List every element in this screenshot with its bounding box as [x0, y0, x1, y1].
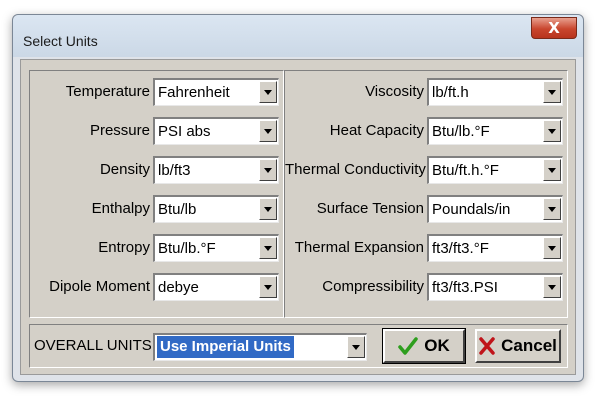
heat-capacity-select[interactable]: Btu/lb.°F [427, 117, 563, 145]
pressure-label: Pressure [89, 122, 150, 139]
surface-tension-dropdown-button[interactable] [543, 198, 561, 220]
thermal-expansion-select[interactable]: ft3/ft3.°F [427, 234, 563, 262]
compressibility-value: ft3/ft3.PSI [432, 279, 498, 296]
pressure-value: PSI abs [158, 123, 211, 140]
dialog-content: Temperature Fahrenheit Pressure PSI abs … [20, 59, 576, 375]
dipole-moment-dropdown-button[interactable] [259, 276, 277, 298]
dipole-moment-select[interactable]: debye [153, 273, 279, 301]
chevron-down-icon [264, 167, 272, 173]
enthalpy-label: Enthalpy [91, 200, 150, 217]
cancel-button[interactable]: Cancel [475, 329, 561, 363]
overall-units-select[interactable]: Use Imperial Units [153, 333, 367, 361]
left-units-panel: Temperature Fahrenheit Pressure PSI abs … [29, 70, 284, 318]
chevron-down-icon [264, 206, 272, 212]
viscosity-value: lb/ft.h [432, 84, 469, 101]
thermal-expansion-label: Thermal Expansion [294, 239, 424, 256]
chevron-down-icon [548, 89, 556, 95]
viscosity-dropdown-button[interactable] [543, 81, 561, 103]
entropy-select[interactable]: Btu/lb.°F [153, 234, 279, 262]
overall-units-bar: OVERALL UNITS Use Imperial Units OK Canc… [29, 324, 568, 368]
heat-capacity-dropdown-button[interactable] [543, 120, 561, 142]
ok-button[interactable]: OK [382, 328, 466, 364]
dipole-moment-label: Dipole Moment [49, 278, 150, 295]
chevron-down-icon [264, 89, 272, 95]
chevron-down-icon [548, 245, 556, 251]
thermal-conductivity-dropdown-button[interactable] [543, 159, 561, 181]
enthalpy-select[interactable]: Btu/lb [153, 195, 279, 223]
checkmark-icon [398, 337, 418, 355]
chevron-down-icon [548, 206, 556, 212]
thermal-expansion-dropdown-button[interactable] [543, 237, 561, 259]
thermal-expansion-value: ft3/ft3.°F [432, 240, 489, 257]
heat-capacity-label: Heat Capacity [329, 122, 424, 139]
thermal-conductivity-select[interactable]: Btu/ft.h.°F [427, 156, 563, 184]
compressibility-label: Compressibility [322, 278, 424, 295]
temperature-dropdown-button[interactable] [259, 81, 277, 103]
cancel-x-icon [479, 337, 495, 355]
chevron-down-icon [548, 128, 556, 134]
density-label: Density [99, 161, 150, 178]
dipole-moment-value: debye [158, 279, 199, 296]
density-select[interactable]: lb/ft3 [153, 156, 279, 184]
heat-capacity-value: Btu/lb.°F [432, 123, 490, 140]
compressibility-dropdown-button[interactable] [543, 276, 561, 298]
chevron-down-icon [548, 167, 556, 173]
surface-tension-select[interactable]: Poundals/in [427, 195, 563, 223]
ok-button-label: OK [424, 336, 450, 355]
thermal-conductivity-value: Btu/ft.h.°F [432, 162, 499, 179]
thermal-conductivity-label: Thermal Conductivity [285, 161, 426, 178]
window-title: Select Units [23, 33, 98, 49]
pressure-select[interactable]: PSI abs [153, 117, 279, 145]
right-units-panel: Viscosity lb/ft.h Heat Capacity Btu/lb.°… [284, 70, 568, 318]
temperature-select[interactable]: Fahrenheit [153, 78, 279, 106]
temperature-value: Fahrenheit [158, 84, 230, 101]
temperature-label: Temperature [65, 83, 150, 100]
entropy-value: Btu/lb.°F [158, 240, 216, 257]
title-bar[interactable]: Select Units X [13, 15, 583, 57]
viscosity-label: Viscosity [365, 83, 424, 100]
viscosity-select[interactable]: lb/ft.h [427, 78, 563, 106]
compressibility-select[interactable]: ft3/ft3.PSI [427, 273, 563, 301]
chevron-down-icon [352, 344, 360, 350]
close-icon: X [548, 19, 560, 37]
overall-units-label: OVERALL UNITS [34, 337, 152, 354]
enthalpy-dropdown-button[interactable] [259, 198, 277, 220]
enthalpy-value: Btu/lb [158, 201, 197, 218]
close-button[interactable]: X [531, 17, 577, 39]
density-value: lb/ft3 [158, 162, 191, 179]
chevron-down-icon [264, 128, 272, 134]
surface-tension-value: Poundals/in [432, 201, 511, 218]
entropy-label: Entropy [98, 239, 150, 256]
density-dropdown-button[interactable] [259, 159, 277, 181]
chevron-down-icon [264, 284, 272, 290]
overall-units-value: Use Imperial Units [157, 336, 294, 358]
cancel-button-label: Cancel [501, 336, 557, 355]
chevron-down-icon [264, 245, 272, 251]
pressure-dropdown-button[interactable] [259, 120, 277, 142]
surface-tension-label: Surface Tension [316, 200, 424, 217]
overall-units-dropdown-button[interactable] [347, 336, 365, 358]
entropy-dropdown-button[interactable] [259, 237, 277, 259]
select-units-dialog: Select Units X Temperature Fahrenheit Pr… [12, 14, 584, 382]
chevron-down-icon [548, 284, 556, 290]
